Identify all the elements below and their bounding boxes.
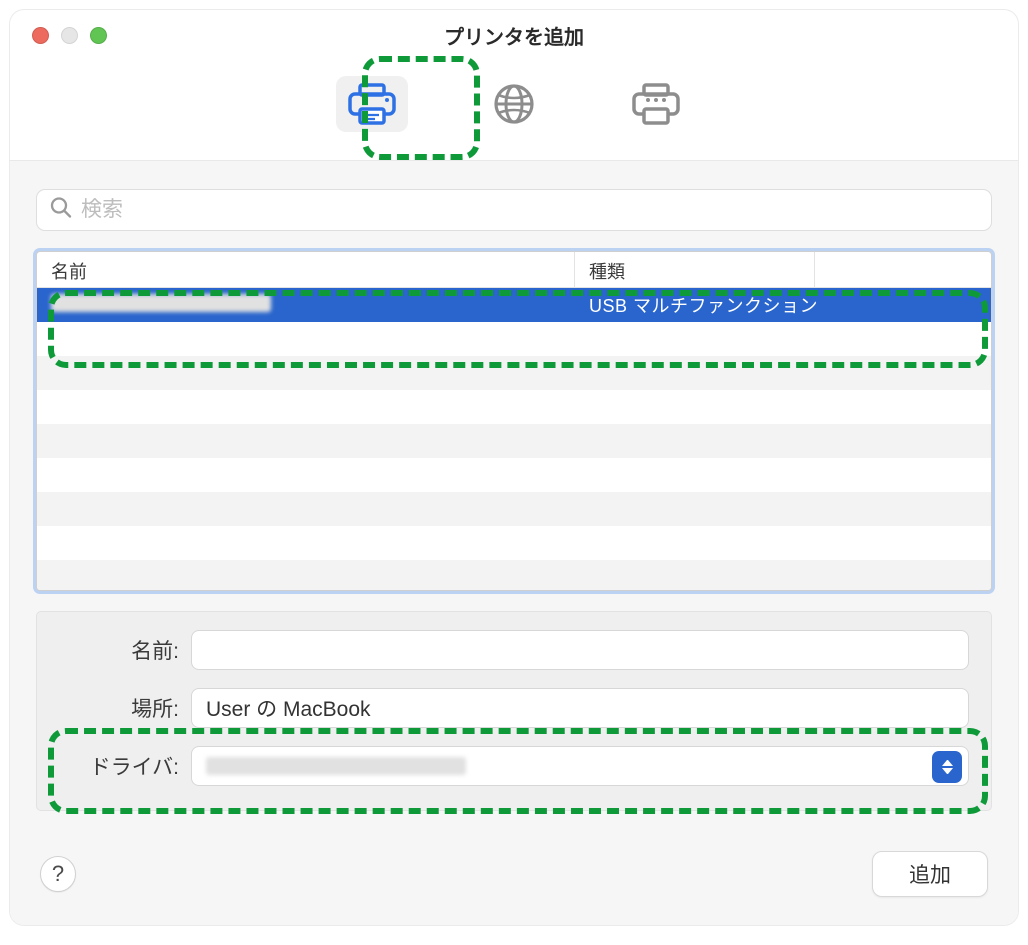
list-row-empty	[37, 492, 991, 526]
name-field[interactable]	[191, 630, 969, 670]
column-header-blank	[815, 252, 991, 287]
row-kind-cell: USB マルチファンクション	[575, 292, 991, 318]
select-stepper-icon	[932, 751, 962, 783]
driver-select[interactable]	[191, 746, 969, 786]
add-button[interactable]: 追加	[872, 851, 988, 897]
tab-default[interactable]	[336, 76, 408, 132]
list-row-empty	[37, 560, 991, 591]
close-button[interactable]	[32, 27, 49, 44]
redacted-text	[51, 294, 271, 312]
row-name-cell	[37, 294, 575, 317]
redacted-text	[206, 757, 466, 775]
list-row[interactable]: USB マルチファンクション	[37, 288, 991, 322]
column-header-kind[interactable]: 種類	[575, 252, 815, 287]
advanced-printer-icon	[631, 83, 681, 125]
name-label: 名前:	[59, 635, 191, 665]
window-title: プリンタを追加	[10, 21, 1018, 50]
printer-list: 名前 種類 USB マルチファンクション	[36, 251, 992, 591]
list-header: 名前 種類	[37, 252, 991, 288]
search-icon	[50, 197, 72, 224]
list-row-empty	[37, 356, 991, 390]
list-row-empty	[37, 526, 991, 560]
list-row-empty	[37, 390, 991, 424]
form-row-location: 場所:	[59, 688, 969, 728]
tab-windows[interactable]	[620, 76, 692, 132]
add-printer-window: プリンタを追加	[10, 10, 1018, 925]
titlebar: プリンタを追加	[10, 10, 1018, 60]
location-label: 場所:	[59, 693, 191, 723]
minimize-button[interactable]	[61, 27, 78, 44]
globe-icon	[493, 83, 535, 125]
printer-form: 名前: 場所: ドライバ:	[36, 611, 992, 811]
content-area: 名前 種類 USB マルチファンクション	[10, 160, 1018, 925]
driver-label: ドライバ:	[59, 751, 191, 781]
form-row-driver: ドライバ:	[59, 746, 969, 786]
list-row-empty	[37, 458, 991, 492]
list-row-empty	[37, 424, 991, 458]
tab-ip[interactable]	[478, 76, 550, 132]
list-row-empty	[37, 322, 991, 356]
location-field[interactable]	[191, 688, 969, 728]
search-wrap	[36, 189, 992, 231]
list-body: USB マルチファンクション	[37, 288, 991, 590]
column-header-name[interactable]: 名前	[37, 252, 575, 287]
zoom-button[interactable]	[90, 27, 107, 44]
footer: ? 追加	[10, 835, 1018, 925]
toolbar-tabs	[10, 60, 1018, 160]
help-button[interactable]: ?	[40, 856, 76, 892]
traffic-lights	[10, 27, 107, 44]
search-input[interactable]	[36, 189, 992, 231]
printer-icon	[347, 83, 397, 125]
form-row-name: 名前:	[59, 630, 969, 670]
